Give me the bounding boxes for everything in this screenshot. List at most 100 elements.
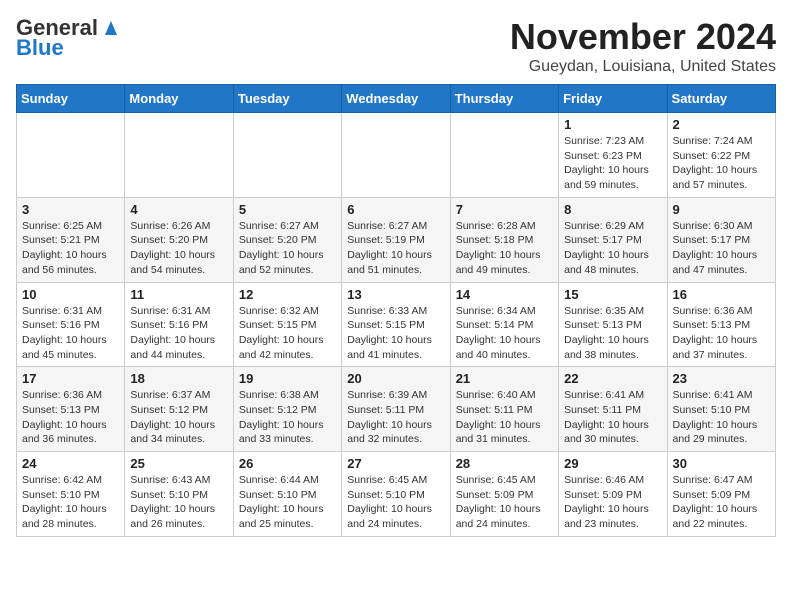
day-info: Sunrise: 6:31 AM Sunset: 5:16 PM Dayligh… [22, 304, 119, 363]
calendar-cell: 2 Sunrise: 7:24 AM Sunset: 6:22 PM Daylig… [667, 113, 775, 198]
day-info: Sunrise: 6:38 AM Sunset: 5:12 PM Dayligh… [239, 388, 336, 447]
day-number: 29 [564, 456, 661, 471]
calendar-cell: 12 Sunrise: 6:32 AM Sunset: 5:15 PM Dayli… [233, 282, 341, 367]
day-info: Sunrise: 6:35 AM Sunset: 5:13 PM Dayligh… [564, 304, 661, 363]
day-info: Sunrise: 6:27 AM Sunset: 5:19 PM Dayligh… [347, 219, 444, 278]
calendar-cell: 29 Sunrise: 6:46 AM Sunset: 5:09 PM Dayli… [559, 452, 667, 537]
day-info: Sunrise: 6:27 AM Sunset: 5:20 PM Dayligh… [239, 219, 336, 278]
weekday-header-saturday: Saturday [667, 85, 775, 113]
day-info: Sunrise: 6:25 AM Sunset: 5:21 PM Dayligh… [22, 219, 119, 278]
calendar-week-2: 3 Sunrise: 6:25 AM Sunset: 5:21 PM Daylig… [17, 197, 776, 282]
calendar-cell: 27Sunrise: 6:45 AM Sunset: 5:10 PM Dayli… [342, 452, 450, 537]
calendar-cell: 13 Sunrise: 6:33 AM Sunset: 5:15 PM Dayli… [342, 282, 450, 367]
calendar-cell: 15 Sunrise: 6:35 AM Sunset: 5:13 PM Dayli… [559, 282, 667, 367]
calendar-cell: 21 Sunrise: 6:40 AM Sunset: 5:11 PM Dayli… [450, 367, 558, 452]
calendar-cell: 16 Sunrise: 6:36 AM Sunset: 5:13 PM Dayli… [667, 282, 775, 367]
day-info: Sunrise: 6:45 AM Sunset: 5:09 PM Dayligh… [456, 473, 553, 532]
calendar-cell: 10Sunrise: 6:31 AM Sunset: 5:16 PM Dayli… [17, 282, 125, 367]
calendar-header-row: SundayMondayTuesdayWednesdayThursdayFrid… [17, 85, 776, 113]
location-title: Gueydan, Louisiana, United States [510, 58, 776, 76]
calendar-cell: 7 Sunrise: 6:28 AM Sunset: 5:18 PM Daylig… [450, 197, 558, 282]
day-number: 4 [130, 202, 227, 217]
day-number: 16 [673, 287, 770, 302]
day-info: Sunrise: 6:28 AM Sunset: 5:18 PM Dayligh… [456, 219, 553, 278]
calendar-cell: 4Sunrise: 6:26 AM Sunset: 5:20 PM Daylig… [125, 197, 233, 282]
day-number: 21 [456, 371, 553, 386]
weekday-header-friday: Friday [559, 85, 667, 113]
logo: General Blue [16, 16, 122, 60]
calendar-cell: 8 Sunrise: 6:29 AM Sunset: 5:17 PM Daylig… [559, 197, 667, 282]
day-info: Sunrise: 6:34 AM Sunset: 5:14 PM Dayligh… [456, 304, 553, 363]
day-info: Sunrise: 6:32 AM Sunset: 5:15 PM Dayligh… [239, 304, 336, 363]
day-number: 23 [673, 371, 770, 386]
calendar-cell: 5 Sunrise: 6:27 AM Sunset: 5:20 PM Daylig… [233, 197, 341, 282]
day-info: Sunrise: 6:29 AM Sunset: 5:17 PM Dayligh… [564, 219, 661, 278]
calendar-week-5: 24Sunrise: 6:42 AM Sunset: 5:10 PM Dayli… [17, 452, 776, 537]
day-number: 13 [347, 287, 444, 302]
calendar-week-4: 17 Sunrise: 6:36 AM Sunset: 5:13 PM Dayli… [17, 367, 776, 452]
calendar-cell: 9 Sunrise: 6:30 AM Sunset: 5:17 PM Daylig… [667, 197, 775, 282]
day-number: 9 [673, 202, 770, 217]
day-number: 8 [564, 202, 661, 217]
title-section: November 2024 Gueydan, Louisiana, United… [510, 16, 776, 76]
calendar-cell [342, 113, 450, 198]
day-info: Sunrise: 7:23 AM Sunset: 6:23 PM Dayligh… [564, 134, 661, 193]
calendar-cell: 6 Sunrise: 6:27 AM Sunset: 5:19 PM Daylig… [342, 197, 450, 282]
day-number: 7 [456, 202, 553, 217]
calendar-cell: 1 Sunrise: 7:23 AM Sunset: 6:23 PM Daylig… [559, 113, 667, 198]
day-number: 22 [564, 371, 661, 386]
calendar-cell: 18 Sunrise: 6:37 AM Sunset: 5:12 PM Dayli… [125, 367, 233, 452]
day-info: Sunrise: 6:41 AM Sunset: 5:11 PM Dayligh… [564, 388, 661, 447]
day-number: 2 [673, 117, 770, 132]
day-number: 15 [564, 287, 661, 302]
day-number: 14 [456, 287, 553, 302]
weekday-header-wednesday: Wednesday [342, 85, 450, 113]
day-info: Sunrise: 6:40 AM Sunset: 5:11 PM Dayligh… [456, 388, 553, 447]
calendar-cell [125, 113, 233, 198]
day-info: Sunrise: 6:31 AM Sunset: 5:16 PM Dayligh… [130, 304, 227, 363]
day-number: 6 [347, 202, 444, 217]
calendar-cell: 14 Sunrise: 6:34 AM Sunset: 5:14 PM Dayli… [450, 282, 558, 367]
day-number: 18 [130, 371, 227, 386]
calendar-week-1: 1 Sunrise: 7:23 AM Sunset: 6:23 PM Daylig… [17, 113, 776, 198]
calendar-cell: 25Sunrise: 6:43 AM Sunset: 5:10 PM Dayli… [125, 452, 233, 537]
calendar-cell: 20Sunrise: 6:39 AM Sunset: 5:11 PM Dayli… [342, 367, 450, 452]
weekday-header-sunday: Sunday [17, 85, 125, 113]
day-info: Sunrise: 6:46 AM Sunset: 5:09 PM Dayligh… [564, 473, 661, 532]
logo-blue: Blue [16, 36, 64, 60]
day-number: 12 [239, 287, 336, 302]
day-info: Sunrise: 6:30 AM Sunset: 5:17 PM Dayligh… [673, 219, 770, 278]
weekday-header-monday: Monday [125, 85, 233, 113]
logo-icon [100, 17, 122, 39]
day-info: Sunrise: 6:37 AM Sunset: 5:12 PM Dayligh… [130, 388, 227, 447]
day-info: Sunrise: 6:36 AM Sunset: 5:13 PM Dayligh… [673, 304, 770, 363]
calendar-cell: 17 Sunrise: 6:36 AM Sunset: 5:13 PM Dayli… [17, 367, 125, 452]
day-number: 26 [239, 456, 336, 471]
day-info: Sunrise: 6:36 AM Sunset: 5:13 PM Dayligh… [22, 388, 119, 447]
day-info: Sunrise: 6:47 AM Sunset: 5:09 PM Dayligh… [673, 473, 770, 532]
day-number: 17 [22, 371, 119, 386]
weekday-header-tuesday: Tuesday [233, 85, 341, 113]
day-number: 1 [564, 117, 661, 132]
day-info: Sunrise: 6:42 AM Sunset: 5:10 PM Dayligh… [22, 473, 119, 532]
calendar-cell: 23Sunrise: 6:41 AM Sunset: 5:10 PM Dayli… [667, 367, 775, 452]
calendar-cell: 28Sunrise: 6:45 AM Sunset: 5:09 PM Dayli… [450, 452, 558, 537]
day-info: Sunrise: 6:44 AM Sunset: 5:10 PM Dayligh… [239, 473, 336, 532]
calendar-table: SundayMondayTuesdayWednesdayThursdayFrid… [16, 84, 776, 537]
day-info: Sunrise: 6:33 AM Sunset: 5:15 PM Dayligh… [347, 304, 444, 363]
day-number: 27 [347, 456, 444, 471]
day-number: 5 [239, 202, 336, 217]
calendar-cell: 19Sunrise: 6:38 AM Sunset: 5:12 PM Dayli… [233, 367, 341, 452]
calendar-cell: 24Sunrise: 6:42 AM Sunset: 5:10 PM Dayli… [17, 452, 125, 537]
calendar-cell: 26 Sunrise: 6:44 AM Sunset: 5:10 PM Dayli… [233, 452, 341, 537]
calendar-cell: 3 Sunrise: 6:25 AM Sunset: 5:21 PM Daylig… [17, 197, 125, 282]
calendar-cell [233, 113, 341, 198]
weekday-header-thursday: Thursday [450, 85, 558, 113]
day-number: 3 [22, 202, 119, 217]
day-info: Sunrise: 7:24 AM Sunset: 6:22 PM Dayligh… [673, 134, 770, 193]
calendar-cell: 22 Sunrise: 6:41 AM Sunset: 5:11 PM Dayli… [559, 367, 667, 452]
calendar-cell: 11 Sunrise: 6:31 AM Sunset: 5:16 PM Dayli… [125, 282, 233, 367]
calendar-cell [17, 113, 125, 198]
day-number: 11 [130, 287, 227, 302]
day-number: 20 [347, 371, 444, 386]
